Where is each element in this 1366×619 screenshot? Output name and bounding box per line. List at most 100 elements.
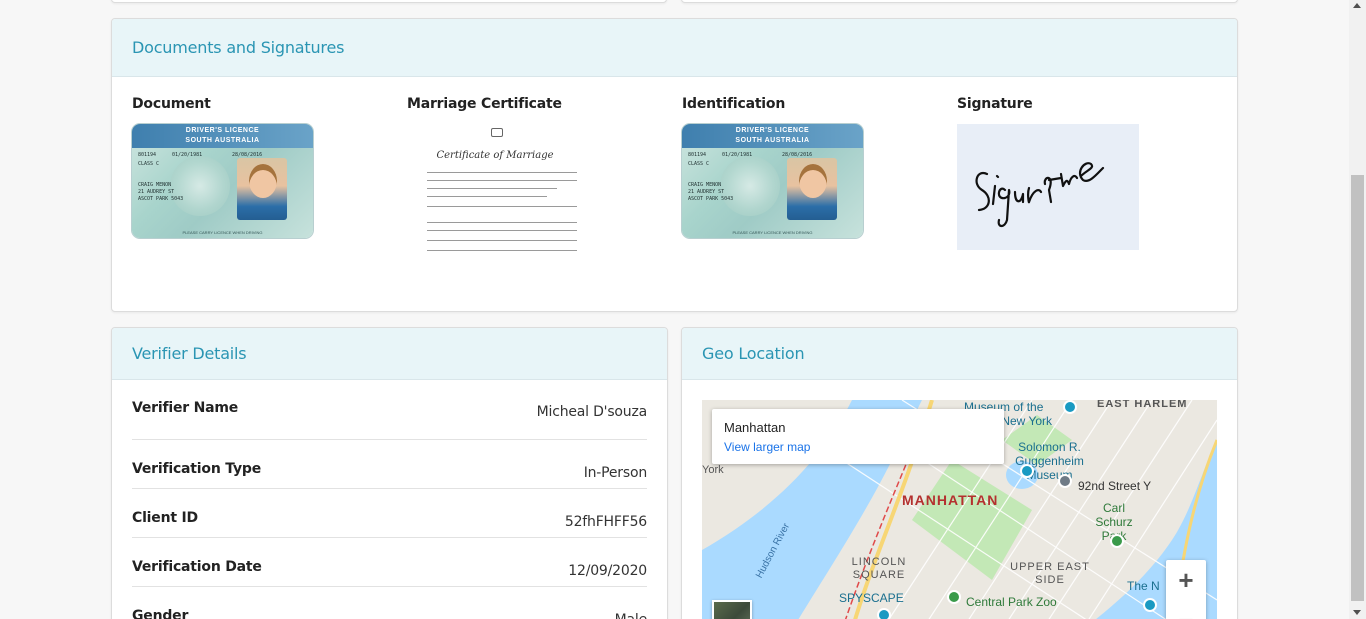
detail-label: Gender [132,608,189,619]
marriage-certificate-image[interactable]: Certificate of Marriage [407,122,583,268]
view-larger-map-link[interactable]: View larger map [724,440,992,454]
map-label-east-harlem: EAST HARLEM [1097,400,1188,410]
embedded-map[interactable]: MANHATTAN EAST HARLEM Museum of the City… [702,400,1217,619]
zoom-out-button[interactable]: − [1166,600,1206,619]
verifier-details-list: Verifier Name Micheal D'souza Verificati… [112,380,667,619]
detail-label: Verification Type [132,461,261,477]
map-label-york: York [702,464,724,476]
licence-address2: ASCOT PARK 5043 [138,196,184,202]
detail-value: 12/09/2020 [568,563,647,579]
emblem-icon [170,156,230,216]
previous-card-bottom [111,0,667,3]
verifier-card-title: Verifier Details [132,344,247,363]
map-label-the-n: The N [1127,579,1160,593]
drivers-licence-image[interactable]: DRIVER'S LICENCE SOUTH AUSTRALIA 801194 … [132,124,313,238]
licence-heading-line2: SOUTH AUSTRALIA [735,137,810,144]
licence-dob: 01/20/1981 [722,152,753,158]
detail-value: Male [615,608,648,619]
certificate-line [427,206,577,207]
geo-location-card: Geo Location MANHATTAN EAST HARLEM Museu… [681,327,1238,619]
map-label-manhattan: MANHATTAN [902,492,999,508]
detail-value: In-Person [583,465,648,481]
document-label: Document [132,96,211,112]
detail-row-verifier-name: Verifier Name Micheal D'souza [132,380,647,440]
satellite-toggle-button[interactable] [712,600,752,619]
certificate-line [427,188,557,189]
licence-address1: 21 AUDREY ST [688,189,725,195]
map-place-name: Manhattan [724,420,786,435]
licence-number: 801194 [688,152,707,158]
licence-name: CRAIG MENON [138,182,172,188]
marriage-certificate-column: Marriage Certificate Certificate of Marr… [407,96,583,268]
certificate-line [427,230,577,231]
scroll-up-arrow-icon[interactable] [1353,3,1361,8]
handwritten-signature [975,162,1105,228]
licence-heading: DRIVER'S LICENCE SOUTH AUSTRALIA [132,124,313,148]
geo-card-title: Geo Location [702,344,805,363]
museum-pin-icon[interactable] [1020,464,1034,478]
documents-card: Documents and Signatures Document DRIVER… [111,18,1238,312]
park-pin-icon[interactable] [1110,534,1124,548]
emblem-icon [720,156,780,216]
map-label-upper-east-side: UPPER EAST SIDE [1010,561,1090,586]
signature-column: Signature [957,96,1139,250]
map-zoom-control: + − [1166,560,1206,619]
card-header: Documents and Signatures [112,19,1237,77]
map-label-spyscape: SPYSCAPE [839,591,904,605]
museum-pin-icon[interactable] [1063,400,1077,414]
certificate-line [427,222,577,223]
map-label-lincoln-square: LINCOLN SQUARE [851,556,907,581]
licence-dob: 01/20/1981 [172,152,203,158]
certificate-line [427,172,577,173]
scroll-thumb[interactable] [1351,175,1364,601]
certificate-title: Certificate of Marriage [436,150,554,161]
school-pin-icon[interactable] [1058,474,1072,488]
detail-value: Micheal D'souza [536,404,648,420]
zoo-pin-icon[interactable] [947,590,961,604]
document-column: Document DRIVER'S LICENCE SOUTH AUSTRALI… [132,96,313,238]
face-icon [799,164,827,198]
verifier-details-card: Verifier Details Verifier Name Micheal D… [111,327,668,619]
map-info-popup: Manhattan View larger map [712,409,1004,464]
detail-label: Client ID [132,510,198,526]
licence-heading-line1: DRIVER'S LICENCE [185,127,260,134]
museum-pin-icon[interactable] [877,608,891,619]
drivers-licence-image[interactable]: DRIVER'S LICENCE SOUTH AUSTRALIA 801194 … [682,124,863,238]
page-scrollbar[interactable] [1349,0,1366,619]
detail-label: Verifier Name [132,400,239,416]
zoom-in-button[interactable]: + [1166,560,1206,600]
licence-heading-line1: DRIVER'S LICENCE [735,127,810,134]
detail-row-verification-type: Verification Type In-Person [132,440,647,489]
detail-row-gender: Gender Male [132,587,647,619]
signature-image[interactable] [957,124,1139,250]
licence-number: 801194 [138,152,157,158]
crest-icon [491,128,503,137]
card-header: Geo Location [682,328,1237,380]
licence-address1: 21 AUDREY ST [138,189,175,195]
detail-row-client-id: Client ID 52fhFHFF56 [132,489,647,538]
identification-column: Identification DRIVER'S LICENCE SOUTH AU… [682,96,863,238]
certificate-line [427,196,547,197]
licence-class: CLASS C [688,161,710,167]
certificate-line [427,180,577,181]
licence-address2: ASCOT PARK 5043 [688,196,734,202]
signature-label: Signature [957,96,1033,112]
licence-name: CRAIG MENON [688,182,722,188]
licence-heading-line2: SOUTH AUSTRALIA [185,137,260,144]
museum-pin-icon[interactable] [1143,598,1157,612]
licence-footer: PLEASE CARRY LICENCE WHEN DRIVING [182,230,263,235]
marriage-certificate-label: Marriage Certificate [407,96,562,112]
documents-card-title: Documents and Signatures [132,38,345,57]
scroll-down-arrow-icon[interactable] [1353,610,1361,615]
certificate-line [427,240,577,241]
licence-class: CLASS C [138,161,160,167]
licence-heading: DRIVER'S LICENCE SOUTH AUSTRALIA [682,124,863,148]
identification-label: Identification [682,96,786,112]
certificate-line [427,250,577,251]
card-header: Verifier Details [112,328,667,380]
detail-value: 52fhFHFF56 [564,514,647,530]
face-icon [249,164,277,198]
licence-footer: PLEASE CARRY LICENCE WHEN DRIVING [732,230,813,235]
map-label-central-park-zoo: Central Park Zoo [966,595,1057,609]
map-label-92nd-street: 92nd Street Y [1078,479,1152,493]
